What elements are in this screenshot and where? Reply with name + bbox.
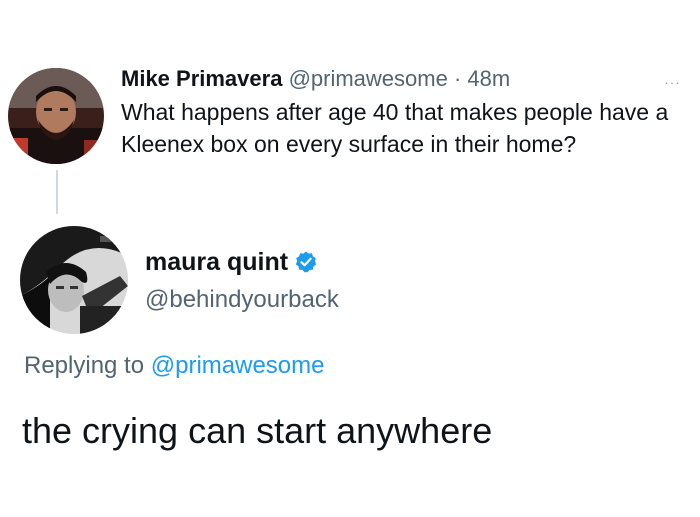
avatar-mike-primavera[interactable] bbox=[8, 68, 104, 164]
tweet-time[interactable]: 48m bbox=[467, 66, 510, 91]
ellipsis-icon[interactable]: ··· bbox=[664, 74, 681, 90]
reply-author-name[interactable]: maura quint bbox=[145, 246, 288, 278]
original-tweet-text: What happens after age 40 that makes peo… bbox=[121, 99, 669, 157]
avatar-maura-quint[interactable] bbox=[20, 226, 128, 334]
reply-author-handle[interactable]: @behindyourback bbox=[145, 284, 339, 316]
reply-tweet-text: the crying can start anywhere bbox=[22, 410, 493, 451]
author-name[interactable]: Mike Primavera bbox=[121, 66, 282, 91]
avatar-image bbox=[8, 68, 104, 164]
verified-badge-icon bbox=[294, 250, 318, 274]
author-handle[interactable]: @primawesome bbox=[289, 66, 448, 91]
reply-author-row: maura quint bbox=[145, 246, 318, 278]
replying-to-line: Replying to @primawesome bbox=[24, 350, 325, 382]
replying-to-label: Replying to bbox=[24, 352, 145, 379]
original-tweet-header: Mike Primavera @primawesome · 48m bbox=[121, 64, 691, 94]
original-tweet[interactable]: Mike Primavera @primawesome · 48m What h… bbox=[0, 0, 700, 214]
time-separator: · bbox=[453, 66, 462, 91]
replying-to-handle-link[interactable]: @primawesome bbox=[151, 352, 325, 379]
thread-connector-line bbox=[56, 170, 58, 214]
avatar-image bbox=[20, 226, 128, 334]
original-tweet-content: Mike Primavera @primawesome · 48m What h… bbox=[121, 64, 691, 160]
